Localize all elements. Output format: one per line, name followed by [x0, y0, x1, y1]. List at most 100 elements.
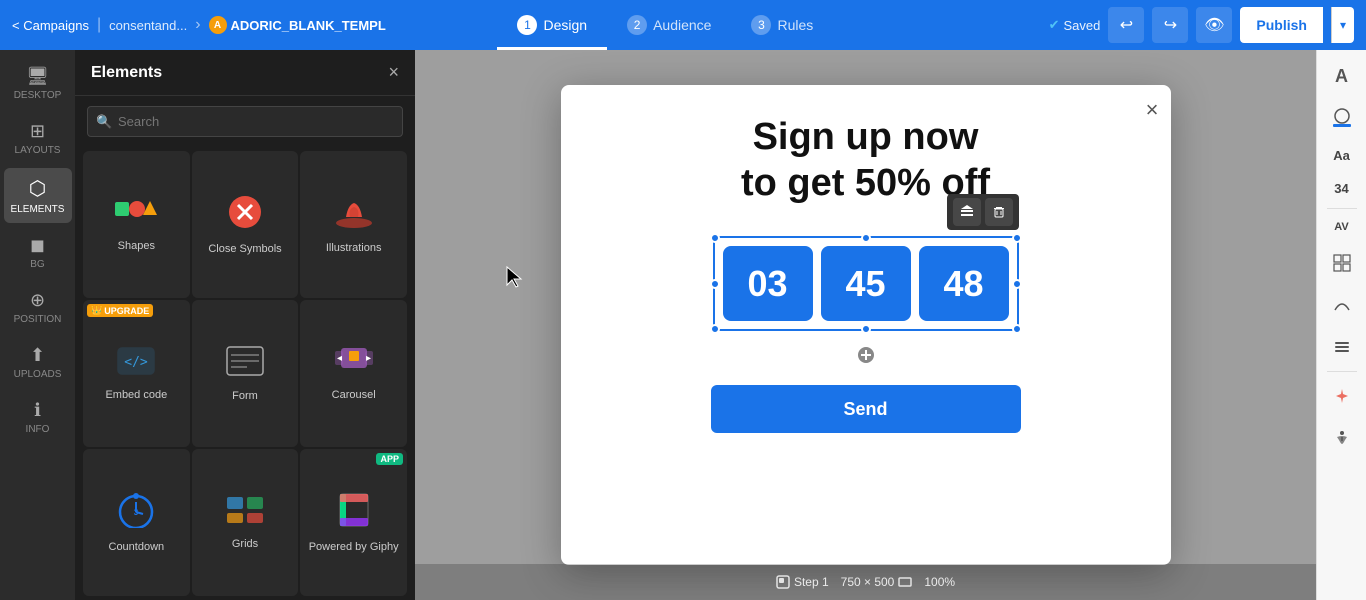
toolbar-delete-button[interactable] — [985, 198, 1013, 226]
element-form[interactable]: Form — [192, 300, 299, 447]
back-to-campaigns[interactable]: < Campaigns — [12, 18, 89, 33]
element-shapes[interactable]: Shapes — [83, 151, 190, 298]
element-grids[interactable]: Grids — [192, 449, 299, 596]
countdown-container: 03 45 48 — [723, 246, 1009, 321]
right-panel-accessibility-button[interactable] — [1324, 420, 1360, 456]
accessibility-icon — [1333, 429, 1351, 447]
position-label: POSITION — [14, 314, 62, 325]
element-countdown[interactable]: 3 Countdown — [83, 449, 190, 596]
tab-rules-label: Rules — [777, 17, 813, 33]
right-panel-av-label[interactable]: AV — [1330, 215, 1352, 239]
position-icon: ⊕ — [30, 290, 45, 311]
tab-design[interactable]: 1 Design — [497, 0, 607, 50]
left-sidebar: 🖥 DESKTOP ⊞ LAYOUTS ⬡ ELEMENTS ◼ BG ⊕ PO… — [0, 50, 75, 600]
form-icon — [225, 345, 265, 384]
right-panel-grid-button[interactable] — [1324, 245, 1360, 281]
countdown-wrapper[interactable]: 03 45 48 — [713, 236, 1019, 331]
tab-design-label: Design — [543, 17, 587, 33]
handle-ml[interactable] — [710, 279, 720, 289]
element-illustrations[interactable]: Illustrations — [300, 151, 407, 298]
giphy-icon — [336, 492, 372, 535]
breadcrumb[interactable]: consentand... — [109, 18, 187, 33]
sidebar-item-elements[interactable]: ⬡ ELEMENTS — [4, 168, 72, 223]
toolbar-layers-button[interactable] — [953, 198, 981, 226]
shapes-icon — [115, 197, 157, 234]
preview-button[interactable]: 👁 — [1196, 7, 1232, 43]
shapes-label: Shapes — [118, 240, 155, 252]
search-icon: 🔍 — [96, 114, 112, 130]
right-panel-font-size-label[interactable]: Aa — [1329, 142, 1354, 169]
canvas-status-bar: Step 1 750 × 500 100% — [415, 564, 1316, 600]
countdown-value-0: 03 — [747, 263, 787, 305]
right-panel-color-button[interactable] — [1324, 100, 1360, 136]
right-panel-divider-2 — [1327, 371, 1357, 372]
uploads-label: UPLOADS — [14, 369, 62, 380]
curve-icon — [1333, 296, 1351, 314]
countdown-value-1: 45 — [845, 263, 885, 305]
right-panel-spacing-button[interactable] — [1324, 329, 1360, 365]
embed-icon: </> — [116, 346, 156, 383]
search-container: 🔍 — [87, 106, 403, 137]
elements-grid: Shapes Close Symbols — [75, 147, 415, 600]
element-close-symbols[interactable]: Close Symbols — [192, 151, 299, 298]
canvas-area[interactable]: × Sign up now to get 50% off — [415, 50, 1316, 600]
handle-tl[interactable] — [710, 233, 720, 243]
tab-rules-num: 3 — [751, 15, 771, 35]
right-panel-font-button[interactable]: A — [1324, 58, 1360, 94]
handle-tc[interactable] — [861, 233, 871, 243]
drag-handle — [856, 345, 876, 365]
undo-button[interactable]: ↩ — [1108, 7, 1144, 43]
send-button[interactable]: Send — [711, 385, 1021, 433]
send-button-label: Send — [843, 399, 887, 420]
publish-button[interactable]: Publish — [1240, 7, 1323, 43]
nav-separator: | — [97, 16, 101, 34]
panel-header: Elements × — [75, 50, 415, 96]
svg-text:▸: ▸ — [366, 353, 371, 364]
handle-bc[interactable] — [861, 324, 871, 334]
right-panel-curve-button[interactable] — [1324, 287, 1360, 323]
handle-mr[interactable] — [1012, 279, 1022, 289]
grid-icon — [1333, 254, 1351, 272]
campaign-name: A ADORIC_BLANK_TEMPL — [209, 16, 386, 34]
nav-right-actions: ✔ Saved ↩ ↪ 👁 Publish ▾ — [1049, 7, 1354, 43]
handle-tr[interactable] — [1012, 233, 1022, 243]
sidebar-item-layouts[interactable]: ⊞ LAYOUTS — [4, 113, 72, 164]
element-powered-by-giphy[interactable]: APP Powered by Giphy — [300, 449, 407, 596]
right-panel-magic-button[interactable] — [1324, 378, 1360, 414]
countdown-selection: 03 45 48 — [713, 236, 1019, 331]
element-carousel[interactable]: ◂ ▸ Carousel — [300, 300, 407, 447]
countdown-label: Countdown — [109, 541, 165, 553]
illustrations-icon — [334, 195, 374, 236]
handle-bl[interactable] — [710, 324, 720, 334]
sidebar-item-uploads[interactable]: ⬆ UPLOADS — [4, 337, 72, 388]
elements-panel: Elements × 🔍 Shapes — [75, 50, 415, 600]
handle-br[interactable] — [1012, 324, 1022, 334]
giphy-label: Powered by Giphy — [309, 541, 399, 553]
right-panel-number-label[interactable]: 34 — [1330, 175, 1352, 202]
search-input[interactable] — [87, 106, 403, 137]
sidebar-item-position[interactable]: ⊕ POSITION — [4, 282, 72, 333]
publish-dropdown-button[interactable]: ▾ — [1331, 7, 1354, 43]
carousel-icon: ◂ ▸ — [333, 346, 375, 383]
cursor-indicator — [505, 265, 525, 294]
spacing-icon — [1333, 338, 1351, 356]
tab-design-num: 1 — [517, 15, 537, 35]
tab-audience[interactable]: 2 Audience — [607, 0, 731, 50]
status-dimensions: 750 × 500 — [841, 575, 913, 589]
layouts-label: LAYOUTS — [15, 145, 61, 156]
elements-label: ELEMENTS — [11, 204, 65, 215]
element-embed-code[interactable]: 👑UPGRADE </> Embed code — [83, 300, 190, 447]
sidebar-item-bg[interactable]: ◼ BG — [4, 227, 72, 278]
panel-close-button[interactable]: × — [388, 62, 399, 83]
sidebar-item-desktop[interactable]: 🖥 DESKTOP — [4, 58, 72, 109]
popup-close-button[interactable]: × — [1146, 97, 1159, 123]
status-zoom: 100% — [924, 575, 955, 589]
status-step: Step 1 — [776, 575, 829, 589]
sidebar-item-info[interactable]: ℹ INFO — [4, 392, 72, 443]
redo-button[interactable]: ↪ — [1152, 7, 1188, 43]
step-icon — [776, 575, 790, 589]
popup-heading: Sign up now to get 50% off — [741, 115, 990, 206]
carousel-label: Carousel — [332, 389, 376, 401]
tab-rules[interactable]: 3 Rules — [731, 0, 833, 50]
bg-icon: ◼ — [30, 235, 45, 256]
